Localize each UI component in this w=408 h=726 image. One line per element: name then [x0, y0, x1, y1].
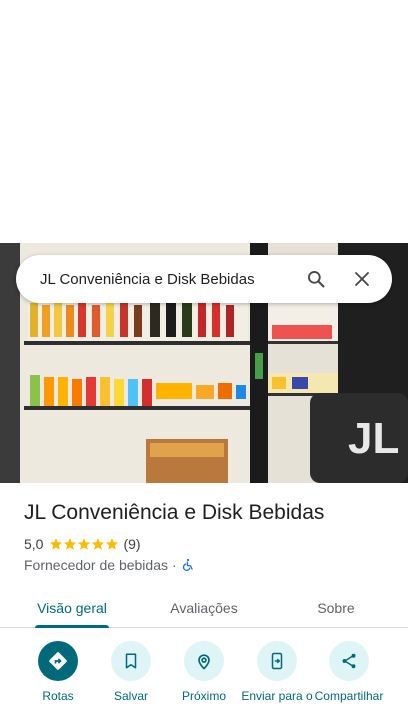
directions-icon	[49, 652, 67, 670]
save-label: Salvar	[113, 689, 148, 703]
nearby-button[interactable]: Próximo	[168, 641, 240, 704]
place-category: Fornecedor de bebidas	[24, 557, 168, 573]
directions-label: Rotas	[42, 689, 74, 703]
star-icon	[78, 538, 91, 550]
star-icon	[106, 538, 119, 550]
send-to-phone-button[interactable]: Enviar para o	[241, 641, 313, 704]
rating-row[interactable]: 5,0 (9)	[24, 536, 141, 552]
save-button-circle[interactable]	[111, 641, 151, 681]
share-label: Compartilhar	[314, 689, 384, 703]
share-button[interactable]: Compartilhar	[313, 641, 385, 704]
search-bar[interactable]: JL Conveniência e Disk Bebidas	[16, 255, 392, 303]
close-icon	[355, 272, 369, 286]
tab-avaliacoes[interactable]: Avaliações	[156, 588, 252, 628]
place-tabs: Visão geral Avaliações Sobre	[0, 588, 408, 628]
save-button[interactable]: Salvar	[95, 641, 167, 704]
nearby-label: Próximo	[181, 689, 226, 703]
separator: ·	[172, 557, 177, 573]
clear-search-button[interactable]	[342, 259, 382, 299]
share-button-circle[interactable]	[329, 641, 369, 681]
send-to-phone-icon	[271, 652, 283, 670]
star-icon	[92, 538, 105, 550]
nearby-icon	[198, 654, 210, 670]
send-to-phone-label: Enviar para o	[241, 689, 313, 703]
star-rating	[49, 537, 119, 551]
send-to-phone-button-circle[interactable]	[257, 641, 297, 681]
wheelchair-accessible-icon	[182, 558, 193, 571]
share-icon	[342, 653, 356, 669]
search-icon	[308, 271, 325, 288]
directions-button[interactable]: Rotas	[22, 641, 94, 704]
active-tab-indicator	[35, 625, 109, 628]
star-icon	[50, 538, 63, 550]
directions-button-circle[interactable]	[38, 641, 78, 681]
tab-sobre[interactable]: Sobre	[288, 588, 384, 628]
tab-visao-geral[interactable]: Visão geral	[24, 588, 120, 628]
search-input[interactable]: JL Conveniência e Disk Bebidas	[40, 271, 290, 288]
nearby-button-circle[interactable]	[184, 641, 224, 681]
star-icon	[64, 538, 77, 550]
search-button[interactable]	[296, 259, 336, 299]
svg-text:JL: JL	[348, 414, 399, 463]
category-row: Fornecedor de bebidas ·	[24, 557, 195, 573]
rating-value: 5,0	[24, 536, 44, 552]
review-count: (9)	[123, 536, 141, 552]
bookmark-icon	[125, 653, 137, 669]
place-title: JL Conveniência e Disk Bebidas	[24, 501, 325, 524]
